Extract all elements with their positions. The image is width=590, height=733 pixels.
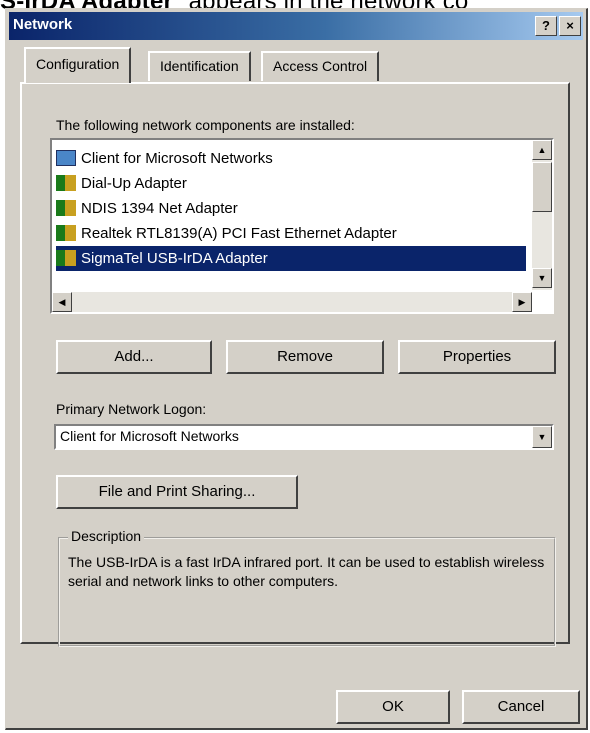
horizontal-scrollbar[interactable]: ◀ ▶ [52, 292, 532, 312]
list-item[interactable]: Client for Microsoft Networks [56, 146, 526, 171]
close-button[interactable]: × [559, 16, 581, 36]
tab-access-control[interactable]: Access Control [261, 51, 380, 81]
description-text: The USB-IrDA is a fast IrDA infrared por… [68, 554, 545, 589]
description-legend: Description [68, 528, 145, 544]
chevron-down-icon[interactable]: ▼ [532, 426, 552, 448]
list-item-selected[interactable]: SigmaTel USB-IrDA Adapter [56, 246, 526, 271]
scroll-right-icon[interactable]: ▶ [512, 292, 532, 312]
logon-value: Client for Microsoft Networks [60, 428, 239, 444]
components-listbox[interactable]: Client for Microsoft Networks Dial-Up Ad… [50, 138, 554, 314]
tab-identification[interactable]: Identification [148, 51, 251, 81]
components-label: The following network components are ins… [56, 117, 355, 133]
list-item[interactable]: Dial-Up Adapter [56, 171, 526, 196]
tab-configuration[interactable]: Configuration [24, 47, 132, 83]
properties-button[interactable]: Properties [398, 340, 556, 374]
network-adapter-icon [56, 250, 76, 266]
window-title: Network [13, 16, 73, 33]
primary-logon-select[interactable]: Client for Microsoft Networks ▼ [54, 424, 554, 450]
scroll-thumb[interactable] [532, 162, 552, 212]
scroll-up-icon[interactable]: ▲ [532, 140, 552, 160]
network-adapter-icon [56, 175, 76, 191]
network-adapter-icon [56, 225, 76, 241]
file-print-sharing-button[interactable]: File and Print Sharing... [56, 475, 298, 509]
remove-button[interactable]: Remove [226, 340, 384, 374]
logon-label: Primary Network Logon: [56, 401, 207, 417]
help-button[interactable]: ? [535, 16, 557, 36]
title-bar[interactable]: Network ? × [9, 12, 583, 40]
network-adapter-icon [56, 200, 76, 216]
list-item[interactable]: Realtek RTL8139(A) PCI Fast Ethernet Ada… [56, 221, 526, 246]
scroll-down-icon[interactable]: ▼ [532, 268, 552, 288]
description-group: Description The USB-IrDA is a fast IrDA … [58, 528, 556, 647]
cancel-button[interactable]: Cancel [462, 690, 580, 724]
add-button[interactable]: Add... [56, 340, 212, 374]
scroll-left-icon[interactable]: ◀ [52, 292, 72, 312]
network-client-icon [56, 150, 76, 166]
vertical-scrollbar[interactable]: ▲ ▼ [532, 140, 552, 290]
list-item[interactable]: NDIS 1394 Net Adapter [56, 196, 526, 221]
ok-button[interactable]: OK [336, 690, 450, 724]
